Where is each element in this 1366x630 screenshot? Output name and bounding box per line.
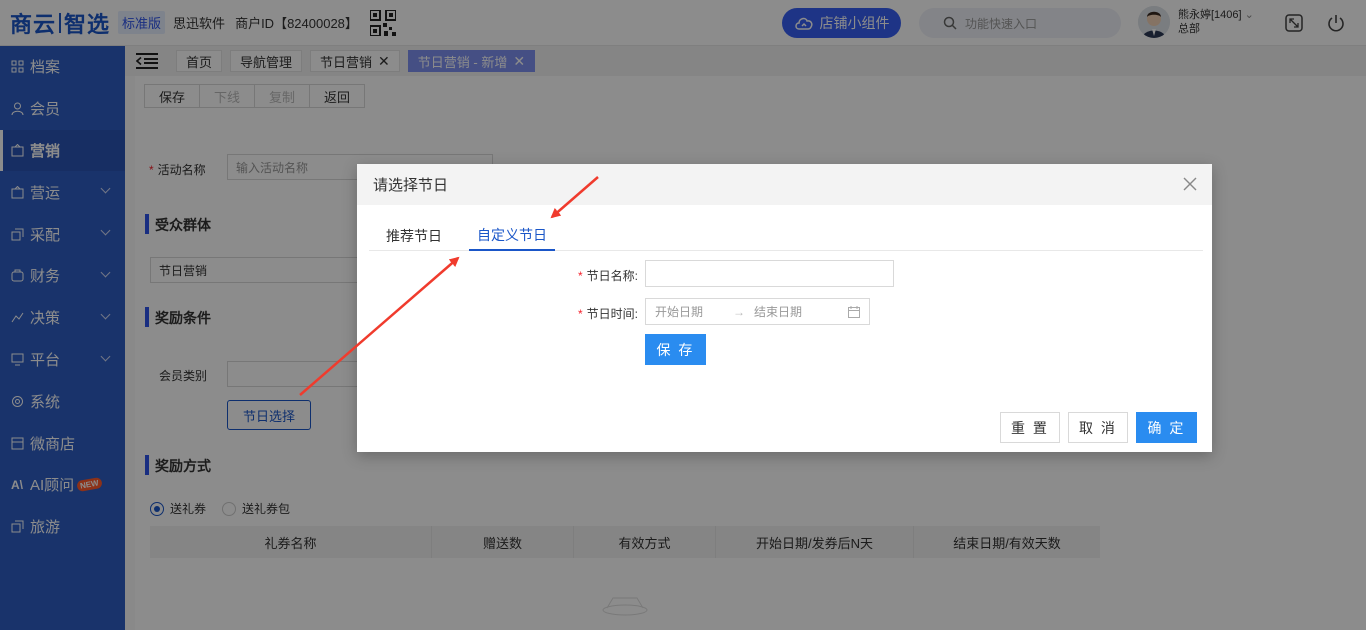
- dialog-title: 请选择节日: [373, 177, 449, 194]
- holiday-date-range[interactable]: 开始日期 → 结束日期: [645, 298, 870, 325]
- dialog-header: 请选择节日: [357, 164, 1212, 205]
- dialog-tabs: 推荐节日 自定义节日: [369, 221, 1203, 251]
- holiday-name-label: * 节日名称:: [578, 269, 639, 283]
- close-icon[interactable]: [1182, 176, 1198, 192]
- calendar-icon: [848, 306, 860, 318]
- tab-recommended-holidays[interactable]: 推荐节日: [378, 221, 450, 251]
- holiday-save-button[interactable]: 保 存: [645, 334, 706, 365]
- holiday-name-input[interactable]: [645, 260, 894, 287]
- reset-button[interactable]: 重 置: [1000, 412, 1060, 443]
- confirm-button[interactable]: 确 定: [1136, 412, 1197, 443]
- arrow-right-icon: →: [733, 304, 746, 319]
- cancel-button[interactable]: 取 消: [1068, 412, 1128, 443]
- holiday-time-label: * 节日时间:: [578, 307, 639, 321]
- select-holiday-dialog: 请选择节日 推荐节日 自定义节日 * 节日名称: * 节日时间: 开始日期 → 结束…: [357, 164, 1212, 452]
- start-date-placeholder: 开始日期: [655, 305, 704, 319]
- tab-custom-holidays[interactable]: 自定义节日: [469, 221, 555, 251]
- end-date-placeholder: 结束日期: [754, 305, 803, 319]
